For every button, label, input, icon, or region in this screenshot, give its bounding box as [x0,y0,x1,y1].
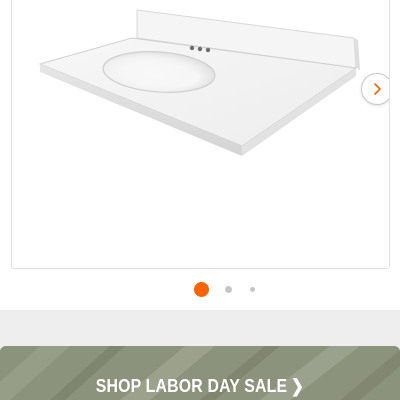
product-image[interactable] [12,0,389,268]
carousel-pagination [0,281,400,299]
carousel-dot[interactable] [225,286,232,293]
carousel-dot[interactable] [250,287,255,292]
chevron-right-icon [374,83,381,95]
promo-label[interactable]: SHOP LABOR DAY SALE ❯ [24,376,376,396]
labor-day-sale-banner[interactable]: SHOP LABOR DAY SALE ❯ [0,346,400,400]
chevron-right-icon: ❯ [290,376,305,396]
next-image-button[interactable] [361,73,389,105]
promo-label-text: SHOP LABOR DAY SALE [95,376,288,396]
carousel-dot-active[interactable] [194,282,209,297]
product-image-card[interactable] [11,0,390,269]
